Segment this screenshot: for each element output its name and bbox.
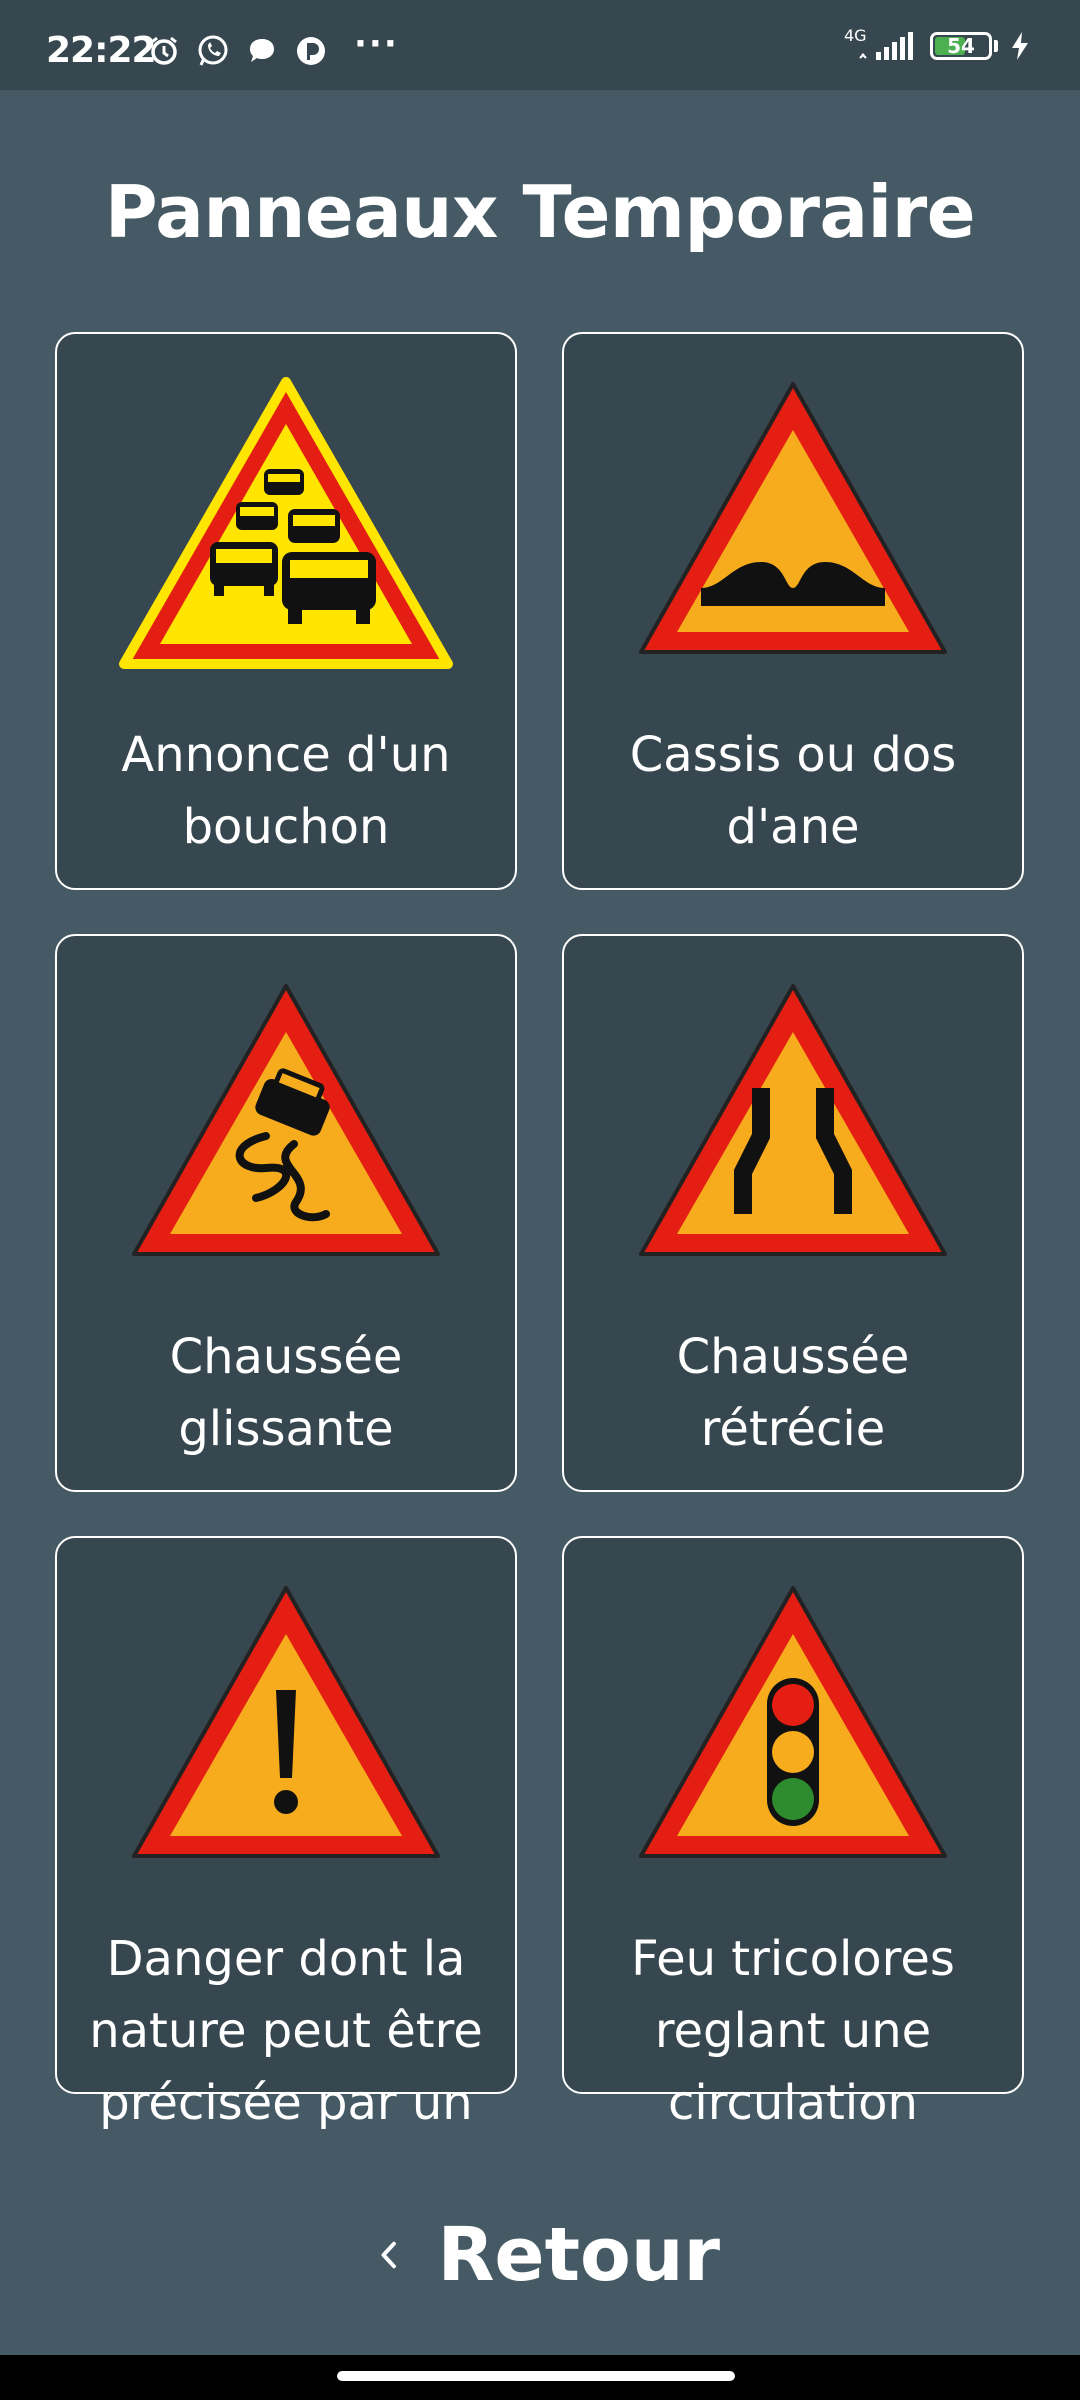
sign-card-traffic-light[interactable]: Feu tricolores reglant une circulation	[562, 1536, 1024, 2131]
road-narrows-sign-icon	[639, 984, 947, 1256]
chevron-left-icon	[381, 2241, 396, 2269]
signs-grid[interactable]: Annonce d'un bouchon Cassis ou dos d'ane…	[0, 330, 1080, 2165]
traffic-light-sign-icon	[639, 1586, 947, 1858]
status-bar: 22:22 ··· 4G 54	[0, 0, 1080, 90]
page-title: Panneaux Temporaire	[104, 170, 976, 254]
sign-card-road-narrows[interactable]: Chaussée rétrécie	[562, 934, 1024, 1492]
sign-label: Chaussée rétrécie	[676, 1329, 910, 1457]
sign-label: Chaussée glissante	[169, 1329, 403, 1457]
sign-card-traffic-jam[interactable]: Annonce d'un bouchon	[55, 332, 517, 890]
battery-level: 54	[947, 34, 975, 58]
whatsapp-icon	[198, 35, 228, 66]
status-time: 22:22	[46, 30, 157, 71]
slippery-road-sign-icon	[132, 984, 440, 1256]
back-button[interactable]: Retour	[380, 2195, 720, 2315]
charging-icon	[1012, 32, 1028, 60]
sign-label: Annonce d'un bouchon	[121, 727, 451, 855]
traffic-jam-sign-icon	[119, 377, 453, 669]
message-icon	[250, 39, 274, 62]
app-icon	[297, 37, 325, 65]
alarm-icon	[151, 36, 177, 65]
sign-card-speed-bump[interactable]: Cassis ou dos d'ane	[562, 332, 1024, 890]
bottom-bar: Retour	[0, 2165, 1080, 2355]
signal-icon: 4G	[844, 26, 918, 62]
general-danger-sign-icon	[132, 1586, 440, 1858]
sign-label: Feu tricolores reglant une circulation	[631, 1931, 955, 2131]
sign-card-general-danger[interactable]: Danger dont la nature peut être précisée…	[55, 1536, 517, 2131]
back-label: Retour	[437, 2212, 720, 2298]
sign-label: Cassis ou dos d'ane	[629, 727, 957, 855]
system-nav-bar	[0, 2355, 1080, 2400]
more-dots-icon: ···	[354, 24, 399, 64]
speed-bump-sign-icon	[639, 382, 947, 654]
home-indicator[interactable]	[337, 2371, 735, 2381]
sign-label: Danger dont la nature peut être précisée…	[89, 1931, 483, 2131]
battery-icon: 54	[930, 32, 992, 60]
sign-card-slippery-road[interactable]: Chaussée glissante	[55, 934, 517, 1492]
